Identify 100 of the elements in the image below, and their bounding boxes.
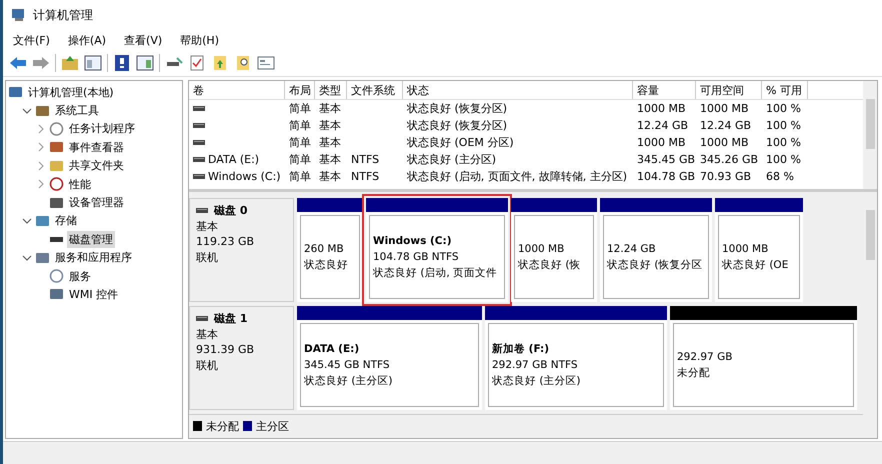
partition[interactable]: 292.97 GB 未分配 [670, 306, 857, 410]
tree-item[interactable]: 性能 [67, 176, 93, 193]
tree-item[interactable]: 磁盘管理 [67, 230, 115, 248]
help-icon[interactable] [113, 55, 131, 71]
table-cell: 12.24 GB [700, 119, 752, 132]
table-cell: 简单 [289, 118, 311, 133]
partition[interactable]: 12.24 GB 状态良好 (恢复分区 [600, 198, 712, 302]
column-header[interactable]: 状态 [403, 81, 633, 99]
tree-item[interactable]: 任务计划程序 [67, 120, 137, 138]
partition-status: 状态良好 (OE [722, 258, 790, 273]
drive-icon [193, 122, 205, 128]
tree-item[interactable]: 系统工具 [53, 102, 101, 120]
partition[interactable]: Windows (C:) 104.78 GB NTFS 状态良好 (启动, 页面文件 [366, 198, 508, 302]
console-tree-icon[interactable] [84, 55, 102, 71]
tree-item[interactable]: 事件查看器 [67, 138, 126, 156]
drive-icon [193, 174, 205, 180]
disk-type: 基本 [196, 326, 219, 342]
table-cell: 100 % [766, 119, 801, 132]
drive-icon [196, 208, 208, 214]
column-header[interactable]: 布局 [285, 81, 315, 99]
table-cell: 基本 [319, 169, 341, 184]
partition-name: DATA (E:) [304, 342, 360, 357]
table-cell: 简单 [289, 152, 311, 167]
partition-size: 292.97 GB [677, 350, 734, 365]
table-cell: 100 % [766, 102, 801, 115]
disk-size: 931.39 GB [196, 342, 256, 358]
table-cell: 简单 [289, 101, 311, 116]
partition[interactable]: 1000 MB 状态良好 (OE [715, 198, 803, 302]
disk-size: 119.23 GB [196, 234, 256, 250]
drive-icon [193, 156, 205, 162]
find-icon[interactable] [234, 55, 252, 71]
partition-size: 12.24 GB [607, 242, 657, 257]
checklist-icon[interactable] [188, 55, 206, 71]
disk-status: 联机 [196, 250, 219, 265]
table-cell: 状态良好 (启动, 页面文件, 故障转储, 主分区) [407, 169, 628, 184]
table-cell: 简单 [289, 169, 311, 184]
window-title: 计算机管理 [33, 6, 93, 24]
tree-item[interactable]: 服务 [67, 268, 93, 285]
partition-size: 104.78 GB NTFS [373, 250, 460, 265]
legend-label: 未分配 [206, 418, 239, 434]
table-cell: 1000 MB [637, 136, 686, 149]
tree-item[interactable]: 设备管理器 [67, 194, 126, 212]
table-cell: 状态良好 (恢复分区) [407, 118, 508, 133]
table-cell: 345.26 GB [700, 153, 758, 166]
table-cell: NTFS [351, 170, 380, 183]
legend-label: 主分区 [256, 418, 289, 434]
menu-item[interactable]: 查看(V) [124, 32, 162, 48]
partition-status: 状态良好 (主分区) [492, 374, 582, 389]
partition[interactable]: 1000 MB 状态良好 (恢 [511, 198, 597, 302]
column-header[interactable]: % 可用 [762, 81, 808, 99]
tree-item[interactable]: 服务和应用程序 [53, 249, 134, 266]
column-header[interactable]: 文件系统 [347, 81, 403, 99]
column-header[interactable]: 卷 [189, 81, 285, 99]
drive-icon [193, 106, 205, 112]
tree-item[interactable]: WMI 控件 [67, 286, 120, 303]
table-cell: 70.93 GB [700, 170, 752, 183]
import-icon[interactable] [211, 55, 229, 71]
folder-up-icon[interactable] [61, 55, 79, 71]
table-cell: 345.45 GB [637, 153, 696, 166]
partition-size: 1000 MB [518, 242, 566, 257]
partition-status: 状态良好 (启动, 页面文件 [373, 266, 498, 281]
disk-name: 磁盘 1 [214, 311, 248, 326]
partition[interactable]: 260 MB 状态良好 [297, 198, 363, 302]
table-cell: 状态良好 (主分区) [407, 152, 496, 167]
menu-item[interactable]: 操作(A) [68, 32, 106, 48]
partition-size: 1000 MB [722, 242, 770, 257]
tree-item[interactable]: 存储 [53, 212, 79, 230]
table-cell: 1000 MB [700, 102, 749, 115]
partition-name: Windows (C:) [373, 234, 452, 249]
menu-item[interactable]: 帮助(H) [180, 32, 219, 48]
column-header[interactable]: 容量 [633, 81, 696, 99]
table-cell: Windows (C:) [208, 170, 281, 183]
column-header[interactable]: 可用空间 [696, 81, 762, 99]
table-cell: 基本 [319, 135, 341, 150]
table-cell: NTFS [351, 153, 380, 166]
table-cell: 104.78 GB [637, 170, 696, 183]
drive-icon [193, 140, 205, 146]
back-arrow-icon[interactable] [9, 55, 27, 71]
partition[interactable]: DATA (E:) 345.45 GB NTFS 状态良好 (主分区) [297, 306, 482, 410]
table-cell: 基本 [319, 118, 341, 133]
properties-icon[interactable] [257, 55, 275, 71]
action-pane-icon[interactable] [136, 55, 154, 71]
table-cell: 68 % [766, 170, 794, 183]
partition-status: 状态良好 (主分区) [304, 374, 394, 389]
forward-arrow-icon[interactable] [32, 55, 50, 71]
partition[interactable]: 新加卷 (F:) 292.97 GB NTFS 状态良好 (主分区) [485, 306, 667, 410]
table-cell: 12.24 GB [637, 119, 688, 132]
tree-item[interactable]: 共享文件夹 [67, 157, 126, 174]
partition-size: 292.97 GB NTFS [492, 358, 579, 373]
drive-icon [196, 316, 208, 322]
tree-item[interactable]: 计算机管理(本地) [26, 84, 116, 101]
partition-status: 未分配 [677, 366, 711, 381]
column-header[interactable]: 类型 [315, 81, 347, 99]
scrollbar[interactable] [863, 81, 877, 189]
menu-item[interactable]: 文件(F) [13, 32, 50, 48]
table-cell: 100 % [766, 153, 801, 166]
partition-size: 345.45 GB NTFS [304, 358, 391, 373]
table-cell: DATA (E:) [208, 153, 260, 166]
table-cell: 状态良好 (OEM 分区) [407, 135, 514, 150]
table-cell: 1000 MB [700, 136, 749, 149]
